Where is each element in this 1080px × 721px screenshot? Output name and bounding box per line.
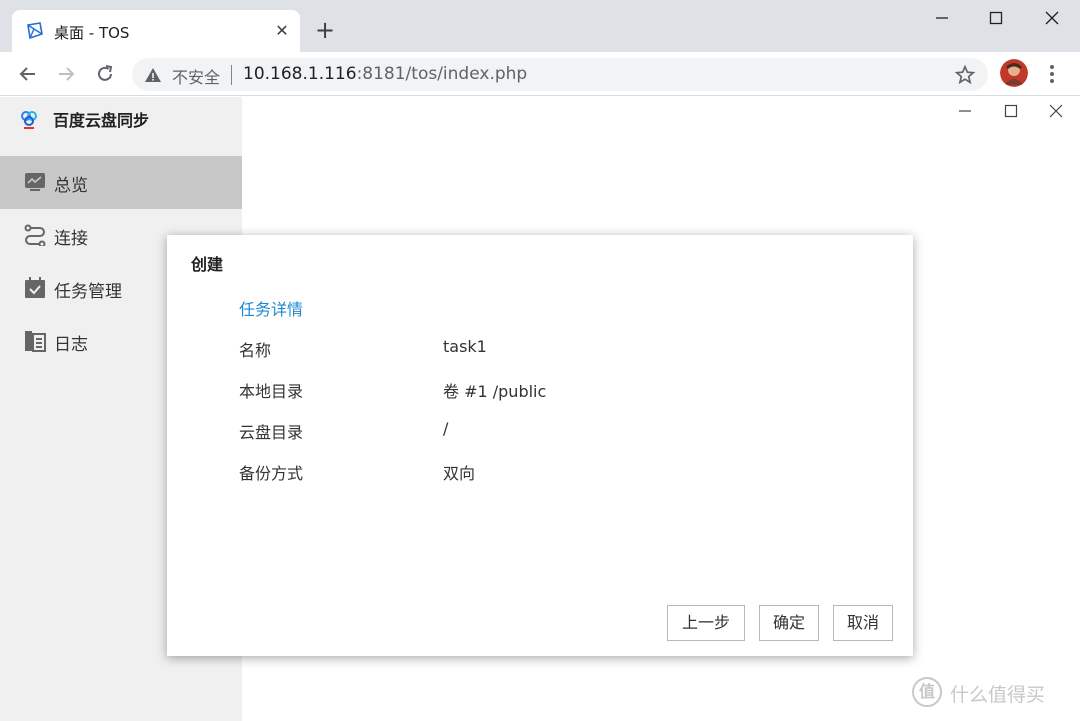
app-minimize-icon[interactable]: [957, 103, 973, 119]
browser-tabstrip: 桌面 - TOS ✕ +: [0, 0, 1080, 52]
cloud-dir-value: /: [443, 419, 449, 438]
address-bar[interactable]: 不安全 10.168.1.116:8181/tos/index.php: [132, 58, 988, 91]
local-dir-label: 本地目录: [239, 382, 304, 401]
bookmark-star-icon[interactable]: [954, 64, 976, 86]
backup-mode-value: 双向: [443, 464, 476, 483]
sidebar-item-label: 连接: [54, 229, 88, 249]
browser-toolbar: 不安全 10.168.1.116:8181/tos/index.php: [0, 52, 1080, 96]
sidebar-item-label: 日志: [54, 335, 88, 355]
url-path: :8181/tos/index.php: [356, 64, 528, 84]
security-label[interactable]: 不安全: [172, 64, 220, 88]
backup-mode-label: 备份方式: [239, 464, 304, 483]
back-arrow-icon[interactable]: [16, 62, 40, 86]
local-dir-value: 卷 #1 /public: [443, 382, 547, 401]
cloud-dir-label: 云盘目录: [239, 423, 304, 442]
new-tab-button[interactable]: +: [313, 18, 337, 43]
section-title: 任务详情: [239, 300, 304, 319]
create-task-dialog: 创建 任务详情 名称 task1 本地目录 卷 #1 /public 云盘目录 …: [167, 235, 913, 656]
log-icon: [25, 331, 46, 352]
name-value: task1: [443, 337, 487, 356]
warning-icon[interactable]: [144, 66, 162, 84]
calendar-check-icon: [25, 277, 45, 298]
browser-tab[interactable]: 桌面 - TOS ✕: [12, 10, 300, 52]
window-maximize-icon[interactable]: [984, 6, 1008, 30]
avatar-image: [1000, 59, 1028, 87]
omnibox-divider: [231, 65, 232, 85]
reload-icon[interactable]: [93, 62, 117, 86]
window-close-icon[interactable]: [1040, 6, 1064, 30]
url-host: 10.168.1.116: [243, 64, 357, 84]
confirm-button[interactable]: 确定: [759, 605, 819, 641]
watermark-logo: 值: [912, 677, 942, 707]
cancel-button[interactable]: 取消: [833, 605, 893, 641]
browser-menu-icon[interactable]: [1042, 62, 1062, 86]
dialog-title: 创建: [191, 255, 224, 274]
app-title: 百度云盘同步: [53, 111, 150, 130]
sidebar-item-label: 总览: [54, 176, 88, 196]
forward-arrow-icon[interactable]: [54, 62, 78, 86]
watermark-text: 什么值得买: [950, 684, 1046, 706]
monitor-icon: [25, 173, 45, 191]
tab-title: 桌面 - TOS: [54, 24, 130, 42]
window-minimize-icon[interactable]: [930, 6, 954, 30]
url-text[interactable]: 10.168.1.116:8181/tos/index.php: [243, 64, 527, 84]
baidu-cloud-logo-icon: [21, 111, 37, 129]
sidebar-item-label: 任务管理: [54, 282, 122, 302]
tos-favicon-icon: [27, 22, 43, 40]
app-maximize-icon[interactable]: [1003, 103, 1019, 119]
tab-close-icon[interactable]: ✕: [272, 21, 292, 41]
link-icon: [24, 224, 46, 246]
profile-avatar[interactable]: [1000, 59, 1028, 87]
previous-step-button[interactable]: 上一步: [667, 605, 745, 641]
app-close-icon[interactable]: [1048, 103, 1064, 119]
name-label: 名称: [239, 341, 272, 360]
sidebar-item-overview[interactable]: 总览: [0, 156, 242, 209]
